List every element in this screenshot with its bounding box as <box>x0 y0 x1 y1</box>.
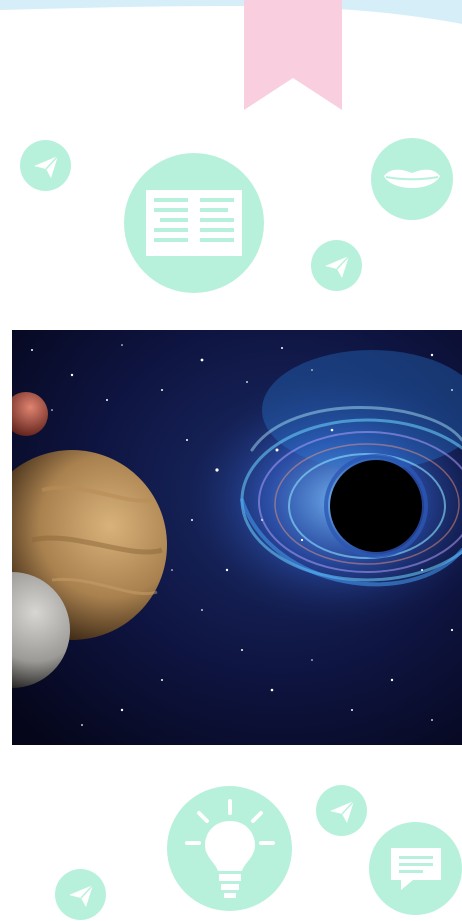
chat-bubble-icon <box>390 847 441 890</box>
bookmark-ribbon <box>244 0 342 110</box>
paper-plane-icon <box>68 883 94 907</box>
paper-plane-circle-1[interactable] <box>20 140 71 191</box>
paper-plane-circle-2[interactable] <box>311 240 362 291</box>
paper-plane-icon <box>324 254 350 278</box>
paper-plane-icon <box>33 154 59 178</box>
speech-circle[interactable] <box>371 138 453 220</box>
reading-circle[interactable] <box>124 153 264 293</box>
idea-circle[interactable] <box>167 786 292 911</box>
paper-plane-icon <box>329 799 355 823</box>
top-arc-decoration <box>0 0 462 24</box>
paper-plane-circle-4[interactable] <box>55 869 106 920</box>
lightbulb-icon <box>184 798 275 898</box>
paper-plane-circle-3[interactable] <box>316 785 367 836</box>
lips-icon <box>384 169 440 188</box>
space-scene-image <box>12 330 462 745</box>
message-circle[interactable] <box>369 822 462 915</box>
book-icon <box>146 190 242 256</box>
